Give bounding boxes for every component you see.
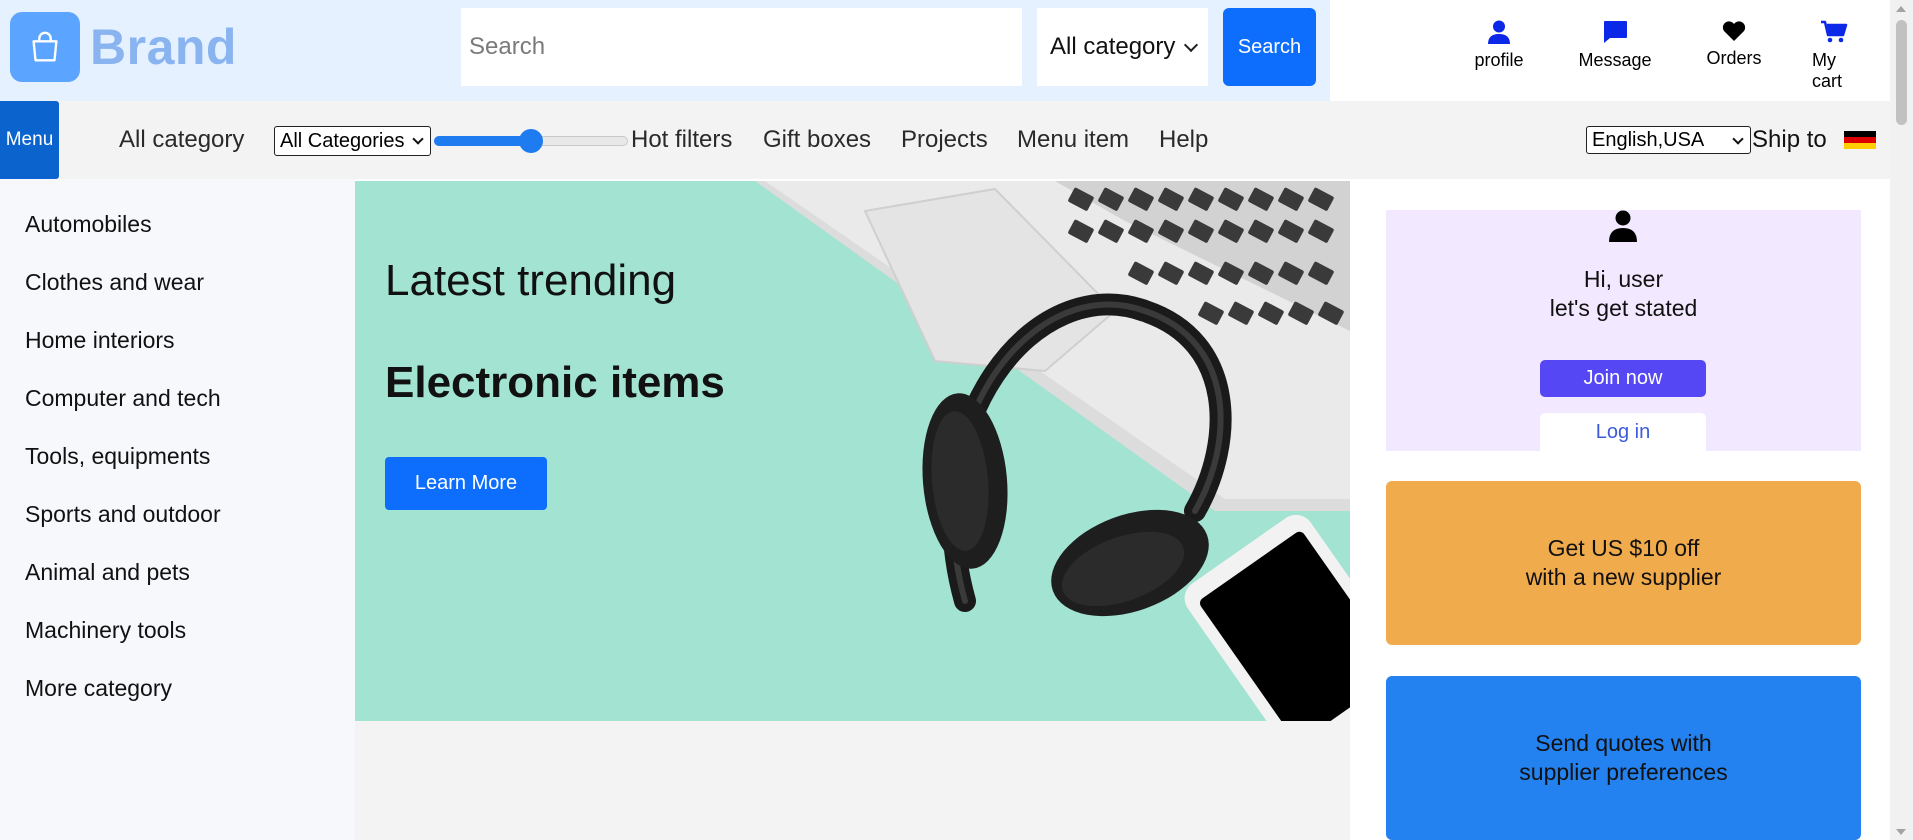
header: Brand All category Search profile Messag… bbox=[0, 0, 1913, 101]
nav-projects[interactable]: Projects bbox=[901, 126, 988, 154]
profile-link[interactable]: profile bbox=[1468, 20, 1530, 71]
sidebar-item-more[interactable]: More category bbox=[25, 675, 172, 702]
range-slider-fill bbox=[434, 136, 530, 146]
categories-select[interactable]: All Categories bbox=[274, 126, 431, 156]
category-sidebar: Automobiles Clothes and wear Home interi… bbox=[0, 179, 355, 840]
germany-flag-icon[interactable] bbox=[1844, 131, 1876, 149]
category-select[interactable]: All category bbox=[1037, 8, 1208, 86]
profile-icon bbox=[1488, 20, 1510, 44]
search-button[interactable]: Search bbox=[1223, 8, 1316, 86]
profile-label: profile bbox=[1474, 50, 1524, 70]
cart-link[interactable]: My cart bbox=[1812, 20, 1858, 92]
sidebar-item-animals[interactable]: Animal and pets bbox=[25, 559, 190, 586]
range-slider-thumb[interactable] bbox=[519, 129, 543, 153]
promo-blue-line-2: supplier preferences bbox=[1519, 759, 1728, 785]
ship-to-label: Ship to bbox=[1752, 126, 1827, 153]
promo-orange-line-2: with a new supplier bbox=[1525, 564, 1722, 590]
page-scrollbar[interactable] bbox=[1890, 0, 1913, 840]
brand-name[interactable]: Brand bbox=[90, 18, 237, 76]
promo-blue-line-1: Send quotes with bbox=[1535, 730, 1712, 756]
scroll-up-arrow-icon[interactable] bbox=[1896, 6, 1906, 12]
navbar: Menu All category All Categories Hot fil… bbox=[0, 101, 1890, 179]
search-input[interactable] bbox=[461, 8, 1022, 86]
join-now-button[interactable]: Join now bbox=[1540, 360, 1706, 397]
chevron-down-icon bbox=[1732, 133, 1744, 145]
nav-help[interactable]: Help bbox=[1159, 126, 1208, 154]
cart-label: My cart bbox=[1812, 50, 1843, 91]
sidebar-item-clothes[interactable]: Clothes and wear bbox=[25, 269, 204, 296]
user-greeting: Hi, user let's get stated bbox=[1386, 265, 1861, 323]
orders-link[interactable]: Orders bbox=[1701, 20, 1767, 69]
sidebar-item-sports[interactable]: Sports and outdoor bbox=[25, 501, 221, 528]
hero-title: Electronic items bbox=[385, 358, 725, 407]
greeting-line-2: let's get stated bbox=[1549, 295, 1698, 321]
hero-kicker: Latest trending bbox=[385, 256, 677, 305]
chevron-down-icon bbox=[412, 133, 424, 145]
language-select[interactable]: English,USA bbox=[1586, 126, 1751, 154]
hero-banner: Latest trending Electronic items Learn M… bbox=[355, 181, 1350, 721]
message-icon bbox=[1604, 21, 1627, 43]
header-brand-search-area: Brand All category Search bbox=[0, 0, 1330, 101]
sidebar-item-home-interiors[interactable]: Home interiors bbox=[25, 327, 175, 354]
greeting-line-1: Hi, user bbox=[1583, 266, 1664, 292]
nav-hot-filters[interactable]: Hot filters bbox=[631, 126, 732, 154]
sidebar-item-machinery[interactable]: Machinery tools bbox=[25, 617, 186, 644]
supplier-discount-card[interactable]: Get US $10 off with a new supplier bbox=[1386, 481, 1861, 645]
shopping-bag-logo-icon[interactable] bbox=[10, 12, 80, 82]
sidebar-item-computer-tech[interactable]: Computer and tech bbox=[25, 385, 221, 412]
categories-select-value: All Categories bbox=[280, 130, 405, 152]
send-quotes-card[interactable]: Send quotes with supplier preferences bbox=[1386, 676, 1861, 840]
language-select-value: English,USA bbox=[1592, 129, 1705, 151]
scroll-down-arrow-icon[interactable] bbox=[1896, 829, 1906, 835]
log-in-button[interactable]: Log in bbox=[1540, 413, 1706, 451]
category-select-value: All category bbox=[1050, 33, 1176, 60]
nav-all-category[interactable]: All category bbox=[119, 126, 244, 154]
message-label: Message bbox=[1578, 50, 1652, 70]
cart-icon bbox=[1821, 20, 1848, 43]
chevron-down-icon bbox=[1183, 37, 1199, 53]
orders-label: Orders bbox=[1706, 48, 1762, 68]
user-avatar-icon bbox=[1609, 210, 1637, 242]
heart-icon bbox=[1722, 21, 1746, 41]
menu-button[interactable]: Menu bbox=[0, 101, 59, 179]
hero-bottom-area bbox=[355, 721, 1350, 840]
nav-menu-item[interactable]: Menu item bbox=[1017, 126, 1129, 154]
message-link[interactable]: Message bbox=[1572, 20, 1658, 71]
sidebar-item-automobiles[interactable]: Automobiles bbox=[25, 211, 152, 238]
learn-more-button[interactable]: Learn More bbox=[385, 457, 547, 510]
user-welcome-card: Hi, user let's get stated Join now Log i… bbox=[1386, 210, 1861, 451]
promo-orange-line-1: Get US $10 off bbox=[1547, 535, 1700, 561]
sidebar-item-tools[interactable]: Tools, equipments bbox=[25, 443, 210, 470]
nav-gift-boxes[interactable]: Gift boxes bbox=[763, 126, 871, 154]
scrollbar-thumb[interactable] bbox=[1896, 20, 1907, 125]
